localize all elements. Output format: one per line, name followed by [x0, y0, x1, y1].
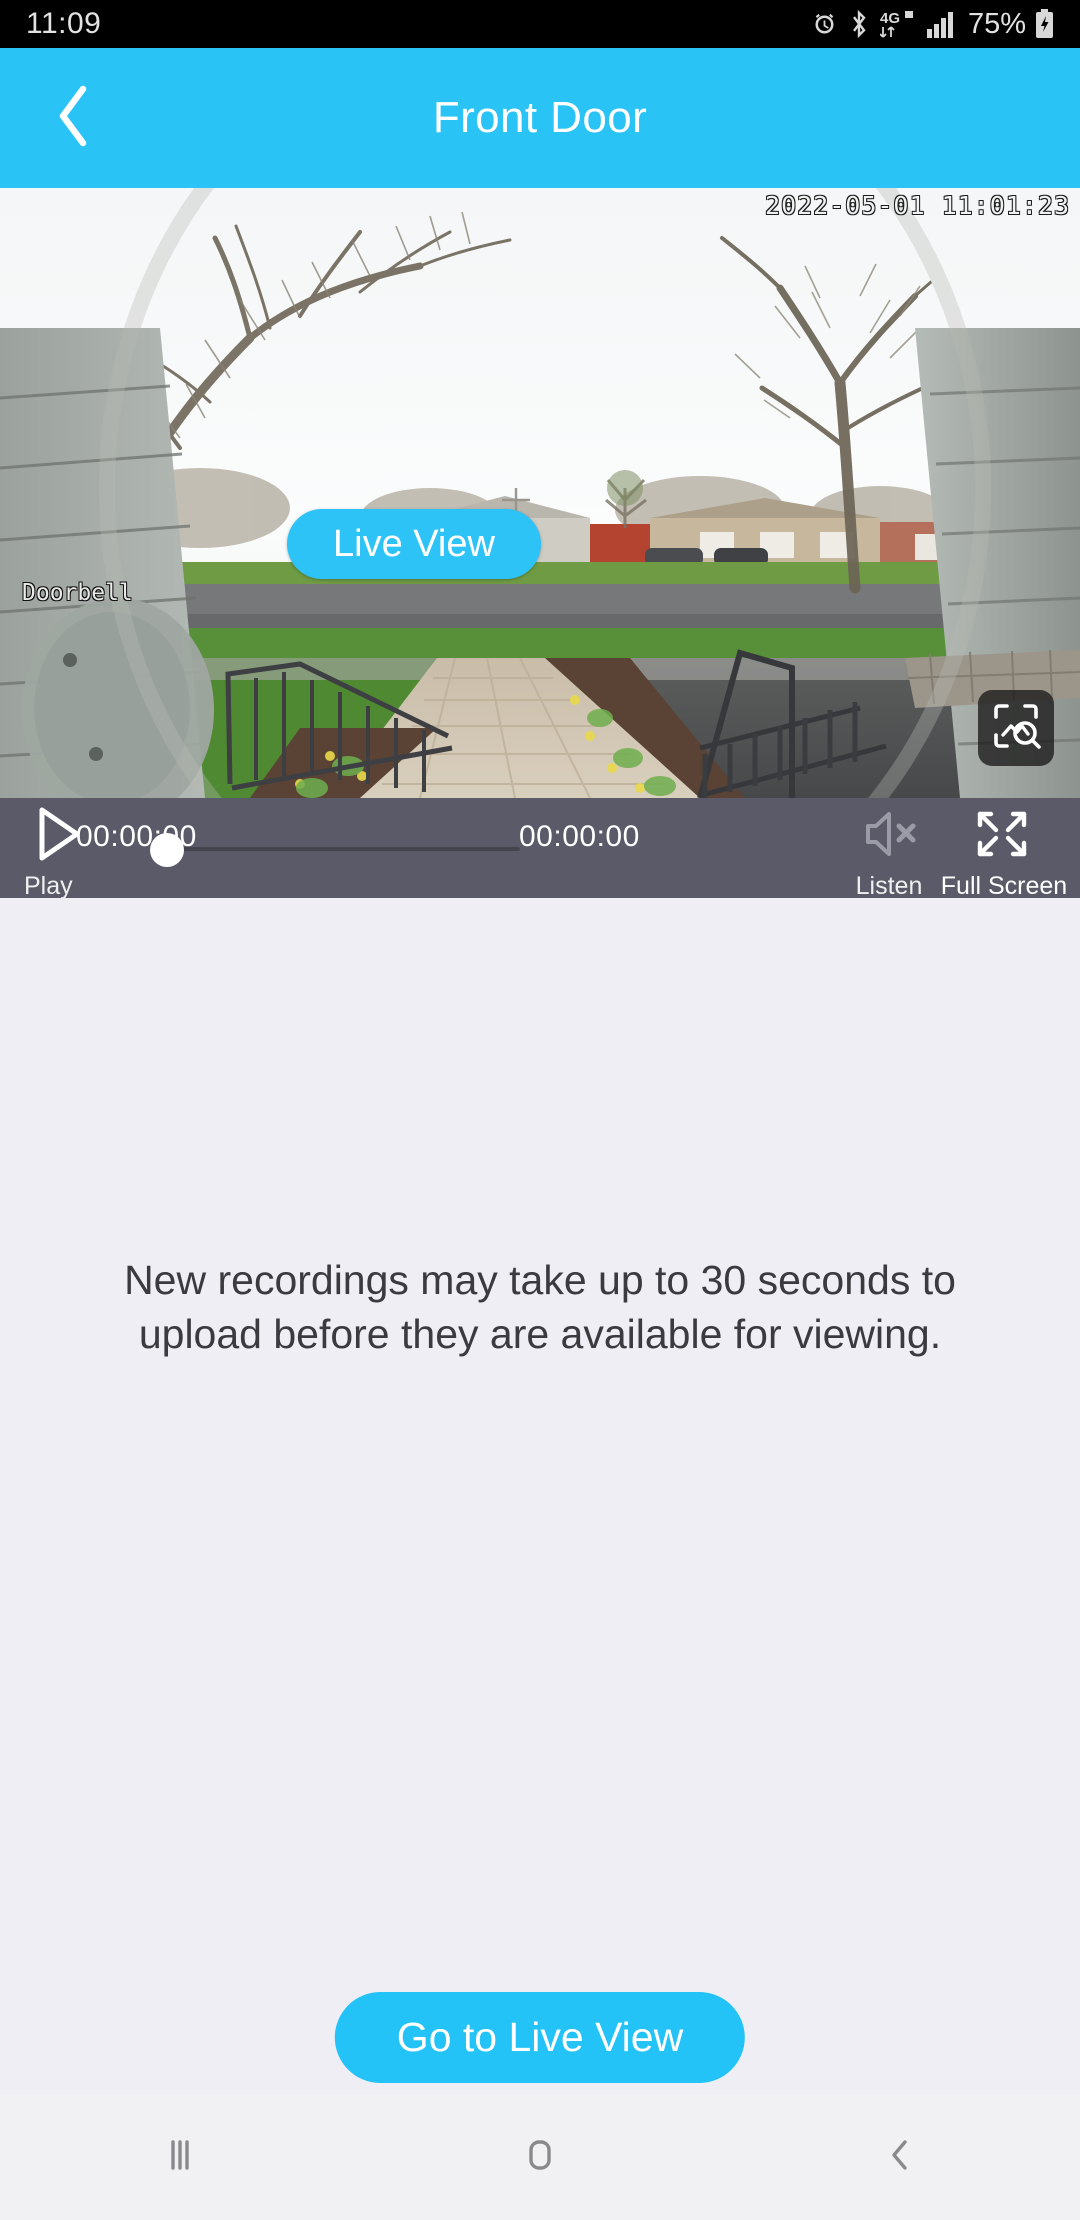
app-root: 11:09 4G 75% Front Door 2022-05-01 11:01…: [0, 0, 1080, 2220]
playback-control-bar: Play 00:00:00 00:00:00 Listen Full Scree…: [0, 798, 1080, 900]
fullscreen-expand-icon: [974, 807, 1030, 866]
listen-button[interactable]: [857, 806, 921, 866]
empty-state-message: New recordings may take up to 30 seconds…: [124, 1257, 956, 1358]
live-view-pill-label: Live View: [333, 523, 495, 565]
recents-icon: [158, 2133, 202, 2182]
android-nav-bar: [0, 2095, 1080, 2220]
snapshot-search-button[interactable]: [978, 690, 1054, 766]
back-button[interactable]: [36, 80, 112, 156]
camera-name-overlay: Doorbell: [22, 580, 133, 606]
listen-label: Listen: [855, 872, 923, 900]
nav-recents-button[interactable]: [90, 2095, 270, 2220]
back-chevron-icon: [878, 2133, 922, 2182]
playback-slider[interactable]: [150, 833, 520, 867]
live-view-pill-button[interactable]: Live View: [287, 509, 541, 579]
signal-bars-icon: [926, 11, 957, 38]
page-title: Front Door: [432, 93, 648, 142]
alarm-icon: [811, 11, 838, 38]
battery-charging-icon: [1035, 9, 1054, 39]
nav-home-button[interactable]: [450, 2095, 630, 2220]
total-time-label: 00:00:00: [519, 820, 640, 853]
camera-feed-image: [0, 188, 1080, 798]
chevron-left-icon: [51, 83, 97, 154]
speaker-muted-icon: [860, 807, 918, 866]
camera-video-view[interactable]: 2022-05-01 11:01:23 Doorbell Live View: [0, 188, 1080, 798]
svg-text:4G: 4G: [880, 10, 900, 27]
go-to-live-view-button[interactable]: Go to Live View: [334, 1992, 746, 2083]
nav-back-button[interactable]: [810, 2095, 990, 2220]
status-bar: 11:09 4G 75%: [0, 0, 1080, 48]
play-label: Play: [24, 872, 73, 900]
playback-slider-track: [168, 847, 520, 851]
app-header: Front Door: [0, 48, 1080, 188]
status-bar-icons: 4G 75%: [811, 8, 1054, 41]
recordings-empty-state: New recordings may take up to 30 seconds…: [0, 898, 1080, 2095]
fullscreen-label: Full Screen: [940, 872, 1068, 900]
image-search-icon: [990, 700, 1042, 757]
bluetooth-icon: [847, 9, 871, 39]
status-bar-clock: 11:09: [26, 7, 102, 40]
fullscreen-button[interactable]: [970, 806, 1034, 866]
playback-slider-thumb[interactable]: [150, 833, 184, 867]
network-4g-icon: 4G: [879, 8, 918, 40]
home-icon: [518, 2133, 562, 2182]
video-timestamp: 2022-05-01 11:01:23: [765, 191, 1070, 220]
battery-percent-label: 75%: [967, 7, 1026, 40]
